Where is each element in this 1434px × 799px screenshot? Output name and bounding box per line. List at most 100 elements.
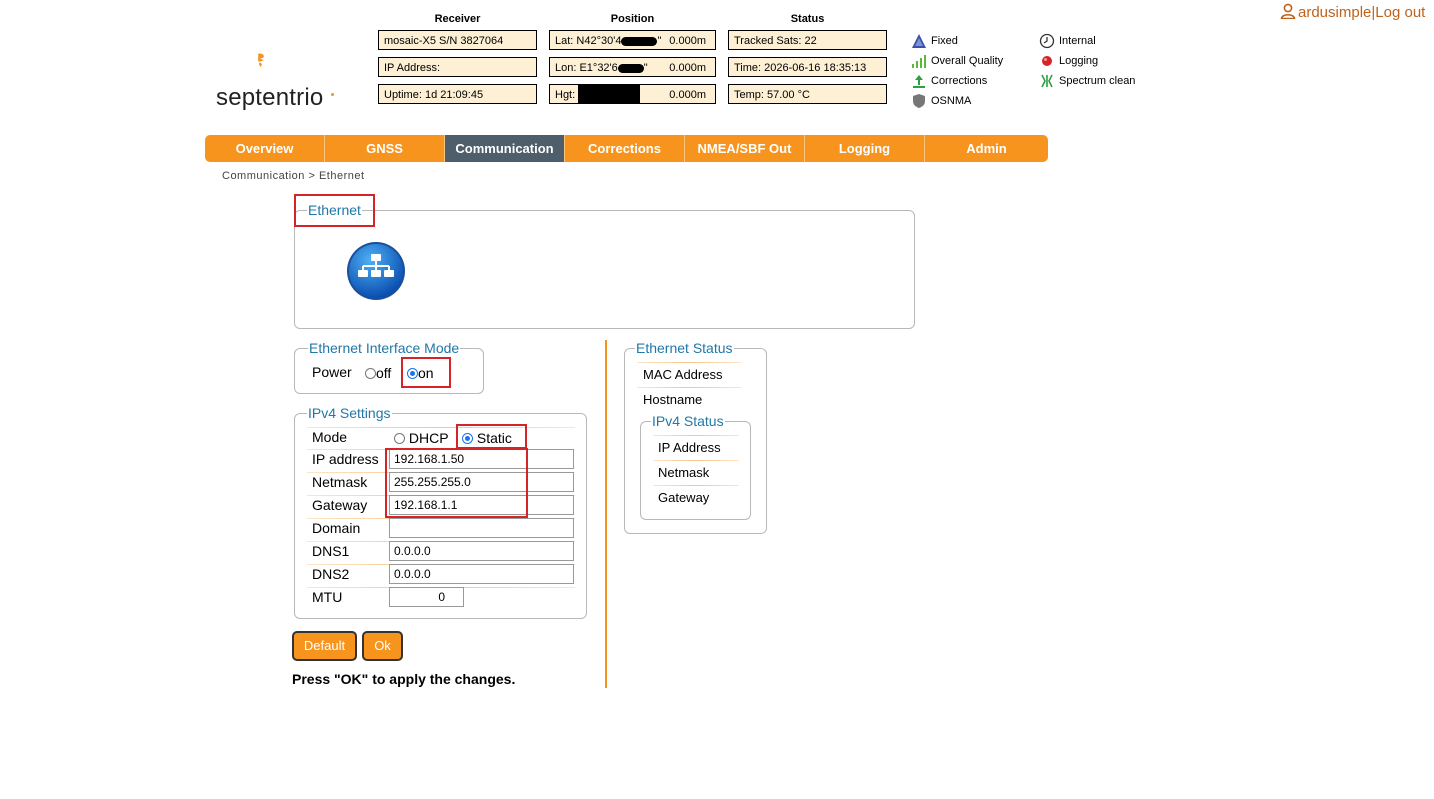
power-off-label: off [376, 365, 392, 381]
legend-spectrum-label: Spectrum clean [1059, 74, 1136, 87]
legend-corrections-label: Corrections [931, 74, 988, 87]
lat-value: Lat: N42°30'4 [555, 35, 622, 47]
position-lon: Lon: E1°32'6 " 0.000m [549, 57, 716, 77]
domain-input[interactable] [389, 518, 574, 538]
triangle-icon [912, 34, 926, 48]
status-title: Status [790, 13, 825, 25]
redaction [578, 85, 640, 103]
tab-admin[interactable]: Admin [925, 135, 1048, 162]
tab-overview[interactable]: Overview [205, 135, 325, 162]
main-nav: Overview GNSS Communication Corrections … [205, 135, 1048, 162]
ethernet-status-title: Ethernet Status [636, 340, 733, 356]
lat-alt: 0.000m [669, 35, 706, 47]
status-time: Time: 2026-06-16 18:35:13 [728, 57, 887, 77]
power-off-radio[interactable] [365, 368, 376, 379]
legend-quality-label: Overall Quality [931, 54, 1004, 67]
mode-dhcp-option[interactable]: DHCP [394, 430, 449, 446]
position-title: Position [610, 13, 655, 25]
legend-internal: Internal [1039, 33, 1096, 49]
hgt-alt: 0.000m [669, 89, 706, 101]
tab-gnss[interactable]: GNSS [325, 135, 445, 162]
septentrio-logo-icon [258, 53, 264, 68]
row-divider [653, 435, 739, 436]
ok-button[interactable]: Ok [362, 631, 403, 661]
ip-address-label: IP address [312, 451, 379, 467]
redaction [621, 36, 658, 46]
dns1-label: DNS1 [312, 543, 350, 559]
legend-osnma-label: OSNMA [931, 94, 972, 107]
row-divider [653, 460, 739, 461]
redaction [617, 63, 644, 73]
breadcrumb: Communication > Ethernet [222, 170, 365, 182]
mtu-input[interactable] [389, 587, 464, 607]
position-lat: Lat: N42°30'4 " 0.000m [549, 30, 716, 50]
status-temp: Temp: 57.00 °C [728, 84, 887, 104]
ipv4-status-ip-label: IP Address [658, 440, 721, 455]
legend-logging: Logging [1039, 53, 1098, 69]
row-divider [653, 485, 739, 486]
receiver-uptime: Uptime: 1d 21:09:45 [378, 84, 537, 104]
mtu-label: MTU [312, 589, 343, 605]
dns2-label: DNS2 [312, 566, 350, 582]
row-divider [637, 387, 741, 388]
legend-corrections: Corrections [911, 73, 987, 89]
dns2-input[interactable] [389, 564, 574, 584]
hgt-label: Hgt: [555, 89, 576, 101]
legend-spectrum: Spectrum clean [1039, 73, 1135, 89]
red-dot-icon [1042, 56, 1052, 66]
hostname-label: Hostname [643, 392, 703, 407]
dhcp-radio[interactable] [394, 433, 405, 444]
interface-mode-title: Ethernet Interface Mode [309, 340, 460, 356]
receiver-ip: IP Address: [378, 57, 537, 77]
legend-internal-label: Internal [1059, 34, 1096, 47]
receiver-line-1: mosaic-X5 S/N 3827064 [378, 30, 537, 50]
power-off-option[interactable]: off [365, 365, 391, 381]
ipv4-status-gateway-label: Gateway [658, 490, 710, 505]
row-divider [637, 362, 741, 363]
tab-communication[interactable]: Communication [445, 135, 565, 162]
brand-name: septentrio [216, 84, 324, 111]
apply-hint: Press "OK" to apply the changes. [292, 671, 516, 687]
domain-label: Domain [312, 520, 361, 536]
tab-logging[interactable]: Logging [805, 135, 925, 162]
legend-osnma: OSNMA [911, 93, 971, 109]
spectrum-icon [1041, 74, 1053, 88]
legend-quality: Overall Quality [911, 53, 1003, 69]
mac-address-label: MAC Address [643, 367, 723, 382]
row-divider [307, 427, 575, 428]
lat-suffix: " [657, 35, 662, 47]
receiver-title: Receiver [434, 13, 481, 25]
column-divider [605, 340, 607, 688]
power-label: Power [312, 364, 352, 380]
lon-suffix: " [643, 62, 648, 74]
network-icon[interactable] [346, 241, 406, 301]
legend-fixed: Fixed [911, 33, 958, 49]
lon-value: Lon: E1°32'6 [555, 62, 618, 74]
ipv4-status-title: IPv4 Status [652, 413, 724, 429]
position-hgt: Hgt: 0.000m [549, 84, 716, 104]
mode-label: Mode [312, 429, 348, 445]
highlight-ip-fields [385, 448, 528, 518]
logo-dot [331, 93, 334, 96]
upload-arrow-icon [913, 75, 925, 88]
user-menu: ardusimple|Log out [1280, 3, 1425, 21]
netmask-label: Netmask [312, 474, 368, 490]
shield-icon [913, 94, 925, 108]
highlight-static [456, 424, 527, 449]
user-icon [1280, 3, 1296, 19]
highlight-power-on [401, 357, 451, 388]
username-link[interactable]: ardusimple [1298, 4, 1371, 21]
tab-nmea-sbf-out[interactable]: NMEA/SBF Out [685, 135, 805, 162]
default-button[interactable]: Default [292, 631, 357, 661]
signal-bars-icon [912, 55, 926, 68]
legend-logging-label: Logging [1059, 54, 1099, 67]
status-sats: Tracked Sats: 22 [728, 30, 887, 50]
clock-icon [1039, 33, 1055, 49]
dns1-input[interactable] [389, 541, 574, 561]
legend-fixed-label: Fixed [931, 34, 958, 47]
gateway-label: Gateway [312, 497, 368, 513]
ipv4-settings-title: IPv4 Settings [308, 405, 391, 421]
lon-alt: 0.000m [669, 62, 706, 74]
tab-corrections[interactable]: Corrections [565, 135, 685, 162]
logout-link[interactable]: Log out [1375, 4, 1425, 21]
